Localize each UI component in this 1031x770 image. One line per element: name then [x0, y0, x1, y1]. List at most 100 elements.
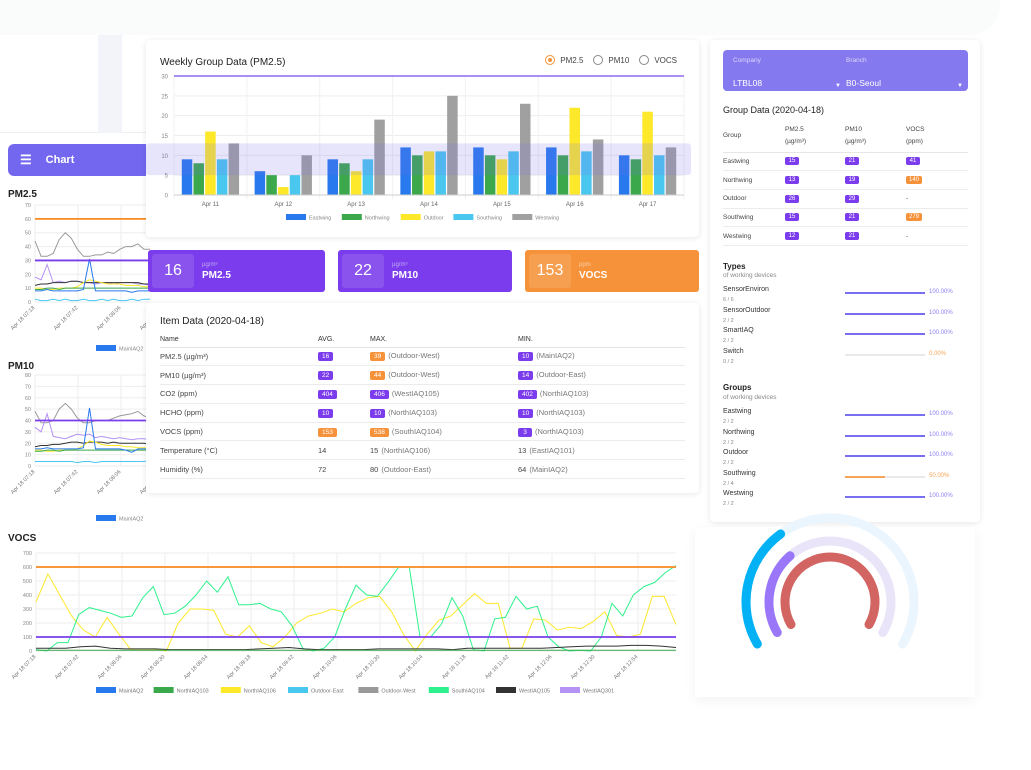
col-min: MIN.: [518, 333, 685, 348]
legend-label: WestIAQ301: [583, 689, 614, 695]
table-row: VOCS (ppm) 153 538 (SouthIAQ104) 3 (NorthIAQ1…: [160, 422, 685, 442]
types-title: Types: [723, 262, 746, 271]
col-group: Group: [723, 120, 785, 153]
progress-percent: 50.00%: [929, 472, 950, 479]
row-avg: 14: [318, 440, 370, 461]
max-badge: 15: [370, 445, 379, 455]
progress-name: Eastwing: [723, 408, 752, 415]
legend-swatch: [96, 345, 116, 351]
table-header-row: Group PM2.5 (µg/m³) PM10 (µg/m³) VOCS (ppm): [723, 120, 968, 153]
row-min: 10 (MainIAQ2): [518, 347, 685, 367]
stat-label: PM10: [392, 269, 419, 281]
radio-label: VOCS: [654, 55, 677, 65]
row-avg: 153: [318, 422, 370, 442]
min-source: (NorthIAQ103): [535, 426, 584, 436]
x-tick-label: Apr 18 11:18: [441, 654, 467, 680]
progress-percent: 100.00%: [929, 452, 953, 458]
radio-pm10[interactable]: PM10: [593, 55, 629, 65]
row-min: 14 (Outdoor-East): [518, 365, 685, 386]
company-select[interactable]: LTBL08: [733, 78, 762, 88]
row-name: PM10 (µg/m³): [160, 365, 318, 386]
branch-select[interactable]: B0-Seoul: [846, 78, 881, 88]
legend-label: Westwing: [535, 216, 559, 222]
x-tick-label: Apr 12: [274, 202, 292, 208]
stat-card-pm10: 22 µg/m³ PM10: [338, 250, 512, 292]
table-row: Northwing 13 19 140: [723, 170, 968, 190]
legend-label: WestIAQ105: [519, 689, 550, 695]
progress-fill: [845, 434, 925, 437]
progress-count: 2 / 2: [723, 419, 734, 425]
radio-label: PM2.5: [560, 55, 584, 65]
progress-track: [845, 333, 925, 335]
radio-pm25[interactable]: PM2.5: [545, 55, 583, 65]
x-tick-label: Apr 18 12:30: [570, 654, 597, 681]
progress-percent: 100.00%: [929, 411, 953, 417]
col-max: MAX.: [370, 333, 518, 348]
x-tick-label: Apr 18 08:06: [97, 654, 124, 681]
x-tick-label: Apr 14: [420, 202, 438, 208]
y-tick-label: 0: [29, 649, 32, 655]
y-tick-label: 50: [25, 407, 31, 413]
group-data-table: Group PM2.5 (µg/m³) PM10 (µg/m³) VOCS (ppm)…: [723, 120, 968, 246]
y-tick-label: 0: [28, 300, 31, 306]
progress-percent: 100.00%: [929, 431, 953, 438]
pm10-line-chart: 0 10 20 30 40 50 60 70 80 Apr 18 07:18 Apr 18 07:4…: [10, 373, 150, 523]
max-badge: 80: [370, 464, 379, 474]
pm25-badge: 12: [785, 232, 799, 241]
table-row: HCHO (ppm) 10 10 (NorthIAQ103) 10 (NorthIAQ10…: [160, 403, 685, 423]
vocs-badge: -: [906, 232, 909, 240]
background-sidebar-panel: [0, 35, 150, 133]
y-tick-label: 20: [25, 441, 31, 447]
min-badge: 64: [518, 464, 527, 474]
radio-unselected-icon: [593, 55, 604, 65]
y-tick-label: 30: [25, 430, 31, 436]
progress-percent: 100.00%: [929, 289, 953, 295]
y-tick-label: 300: [23, 607, 32, 613]
x-tick-label: Apr 18 12:06: [527, 654, 554, 681]
legend-swatch: [560, 687, 580, 693]
avg-badge: 14: [318, 445, 327, 455]
chevron-down-icon[interactable]: ▼: [957, 83, 963, 89]
x-tick-label: Apr 18 12:54: [613, 654, 640, 681]
header-label: PM2.5: [785, 126, 804, 134]
row-max: 538 (SouthIAQ104): [370, 422, 518, 442]
y-tick-label: 30: [25, 258, 31, 264]
x-tick-label: Apr 18 07:42: [53, 469, 80, 496]
stat-unit: µg/m³: [392, 261, 408, 268]
progress-fill: [845, 333, 925, 335]
row-max: 406 (WestIAQ105): [370, 384, 518, 404]
group-pm10: 21: [845, 208, 906, 228]
min-source: (MainIAQ2): [536, 351, 575, 361]
y-tick-label: 0: [28, 464, 31, 470]
gauge-arc-inner: [780, 552, 880, 629]
hamburger-icon[interactable]: ☰: [20, 152, 32, 168]
min-source: (MainIAQ2): [529, 464, 568, 474]
table-row: Temperature (°C) 14 15 (NorthIAQ106) 13 (East…: [160, 440, 685, 461]
progress-track: [845, 455, 925, 457]
y-tick-label: 40: [25, 419, 31, 425]
max-source: (NorthIAQ103): [388, 407, 438, 417]
groups-subtitle: of working devices: [723, 394, 777, 401]
row-min: 10 (NorthIAQ103): [518, 403, 685, 423]
radio-selected-icon: [545, 55, 556, 65]
max-badge: 538: [370, 427, 389, 437]
x-tick-label: Apr 18 09:18: [226, 654, 253, 681]
radio-vocs[interactable]: VOCS: [639, 55, 677, 65]
y-tick-label: 70: [25, 203, 31, 209]
pm10-badge: 21: [845, 213, 859, 222]
progress-fill: [845, 414, 925, 416]
row-name: CO2 (ppm): [160, 384, 318, 404]
y-tick-label: 20: [25, 272, 31, 278]
row-max: 15 (NorthIAQ106): [370, 440, 518, 461]
legend-swatch: [96, 687, 116, 693]
chevron-down-icon[interactable]: ▼: [835, 83, 841, 89]
min-badge: 14: [518, 371, 534, 381]
progress-name: Northwing: [723, 428, 755, 436]
row-name: HCHO (ppm): [160, 403, 318, 423]
group-pm10: 21: [845, 226, 906, 246]
max-badge: 44: [370, 371, 386, 381]
x-tick-label: Apr 17: [639, 202, 657, 208]
bar: [266, 175, 277, 195]
progress-count: 2 / 2: [723, 460, 734, 466]
stat-value: 16: [152, 254, 194, 288]
